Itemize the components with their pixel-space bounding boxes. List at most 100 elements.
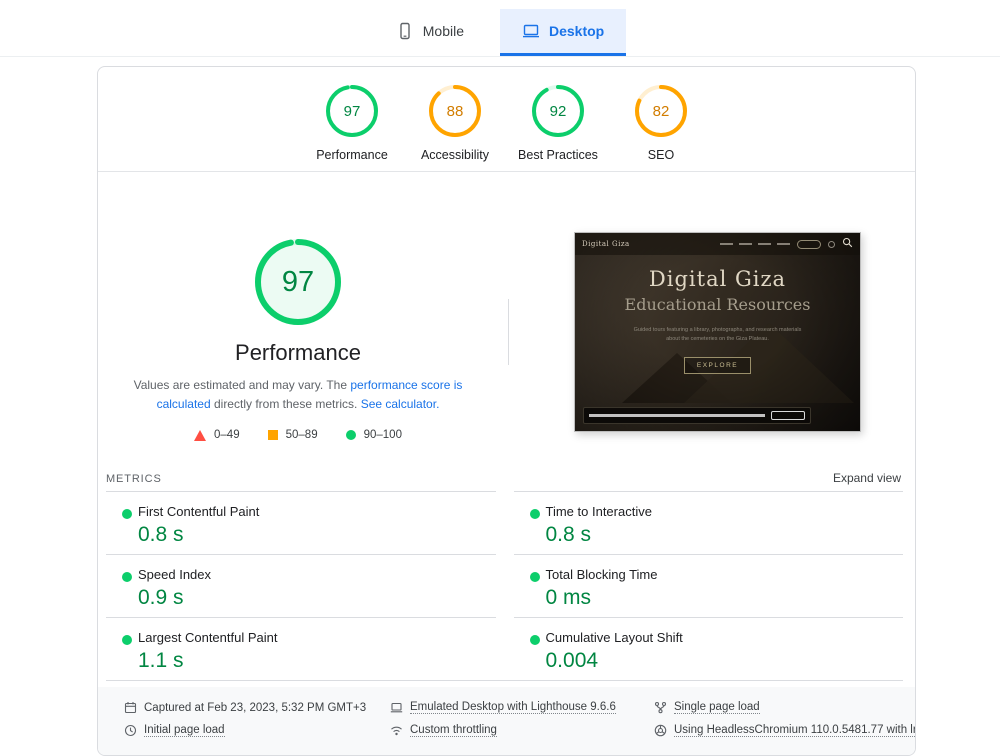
- footer-emulated-device[interactable]: Emulated Desktop with Lighthouse 9.6.6: [390, 701, 654, 714]
- metric-time-to-interactive: Time to Interactive 0.8 s: [513, 491, 903, 554]
- network-icon: [390, 724, 403, 737]
- description-text-1: Values are estimated and may vary. The: [133, 378, 351, 392]
- score-seo[interactable]: 82 SEO: [611, 83, 711, 162]
- metric-label: Speed Index: [138, 567, 212, 582]
- score-description: Values are estimated and may vary. The p…: [132, 376, 464, 413]
- report-card: 97 Performance 88 Accessibility 92 Best …: [97, 66, 916, 756]
- see-calculator-link[interactable]: See calculator.: [361, 397, 440, 411]
- preview-subtitle: Educational Resources: [624, 295, 811, 314]
- best-practices-gauge: 92: [530, 83, 586, 139]
- average-square-icon: [267, 430, 278, 441]
- preview-navbar: Digital Giza: [575, 233, 860, 255]
- laptop-icon: [390, 701, 403, 714]
- legend-good-range: 90–100: [363, 429, 402, 442]
- legend-fail-range: 0–49: [214, 429, 240, 442]
- metric-value: 0.9 s: [138, 586, 184, 609]
- preview-signup-button: [797, 239, 821, 249]
- metrics-header: METRICS Expand view: [106, 471, 901, 485]
- tab-desktop[interactable]: Desktop: [500, 9, 627, 56]
- pass-dot-icon: [122, 635, 132, 645]
- score-performance[interactable]: 97 Performance: [302, 83, 402, 162]
- metrics-grid: First Contentful Paint 0.8 s Time to Int…: [106, 491, 903, 681]
- category-scores: 97 Performance 88 Accessibility 92 Best …: [98, 83, 915, 162]
- score-legend: 0–49 50–89 90–100: [98, 429, 498, 441]
- footer-chromium-version[interactable]: Using HeadlessChromium 110.0.5481.77 wit…: [654, 724, 916, 737]
- legend-average-range: 50–89: [285, 429, 318, 442]
- metric-speed-index: Speed Index 0.9 s: [106, 554, 496, 617]
- preview-explore-button: EXPLORE: [683, 356, 752, 374]
- score-best-practices[interactable]: 92 Best Practices: [508, 83, 608, 162]
- clock-icon: [124, 724, 137, 737]
- fork-icon: [654, 701, 667, 714]
- tab-desktop-label: Desktop: [549, 23, 605, 39]
- legend-average: 50–89: [267, 429, 318, 442]
- footer-text: Captured at Feb 23, 2023, 5:32 PM GMT+3: [144, 701, 367, 714]
- metric-largest-contentful-paint: Largest Contentful Paint 1.1 s: [106, 617, 496, 680]
- metric-value: 1.1 s: [138, 649, 184, 672]
- panel-title: Performance: [235, 340, 361, 365]
- accessibility-gauge: 88: [427, 83, 483, 139]
- performance-panel: 97 Performance Values are estimated and …: [98, 171, 498, 441]
- cookie-text-placeholder: [589, 414, 765, 417]
- pass-dot-icon: [529, 635, 540, 645]
- preview-brand: Digital Giza: [582, 240, 630, 248]
- footer-text: Single page load: [674, 701, 760, 714]
- preview-caption: Guided tours featuring a library, photog…: [633, 327, 802, 343]
- good-circle-icon: [345, 430, 356, 441]
- pass-dot-icon: [122, 509, 132, 519]
- expand-view-button[interactable]: Expand view: [833, 471, 901, 485]
- performance-main-gauge: 97: [254, 238, 342, 326]
- pass-dot-icon: [529, 509, 540, 519]
- desktop-laptop-icon: [522, 22, 540, 40]
- metric-label: First Contentful Paint: [138, 504, 260, 519]
- footer-text: Emulated Desktop with Lighthouse 9.6.6: [410, 701, 616, 714]
- device-tabbar: Mobile Desktop: [0, 0, 1000, 57]
- performance-score-value: 97: [343, 102, 361, 120]
- pass-dot-icon: [122, 572, 132, 582]
- metric-value: 0.004: [545, 649, 599, 672]
- tab-mobile[interactable]: Mobile: [374, 9, 486, 56]
- best-practices-score-value: 92: [549, 102, 567, 120]
- footer-custom-throttling[interactable]: Custom throttling: [390, 724, 654, 737]
- main-gauge-value: 97: [281, 265, 315, 298]
- footer-text: Using HeadlessChromium 110.0.5481.77 wit…: [674, 724, 916, 737]
- metric-label: Cumulative Layout Shift: [545, 630, 683, 645]
- accessibility-score-value: 88: [446, 102, 464, 120]
- footer-text: Custom throttling: [410, 724, 497, 737]
- description-text-2: directly from these metrics.: [210, 396, 361, 411]
- accessibility-score-label: Accessibility: [420, 148, 490, 162]
- mobile-phone-icon: [396, 22, 414, 40]
- performance-gauge: 97: [324, 83, 380, 139]
- score-accessibility[interactable]: 88 Accessibility: [405, 83, 505, 162]
- metrics-heading: METRICS: [106, 473, 162, 485]
- metric-total-blocking-time: Total Blocking Time 0 ms: [513, 554, 903, 617]
- final-screenshot-preview[interactable]: Digital Giza Digital Giza Educational Re…: [574, 232, 861, 432]
- preview-nav-links: [720, 243, 790, 245]
- preview-cookie-banner: [583, 407, 811, 424]
- metric-value: 0 ms: [545, 586, 592, 609]
- fail-triangle-icon: [194, 429, 207, 441]
- globe-icon: [828, 240, 835, 248]
- footer-single-page-load[interactable]: Single page load: [654, 701, 915, 714]
- pass-dot-icon: [529, 572, 540, 582]
- footer-text: Initial page load: [144, 724, 225, 737]
- tab-mobile-label: Mobile: [422, 23, 464, 39]
- metric-value: 0.8 s: [545, 523, 592, 546]
- seo-gauge: 82: [633, 83, 689, 139]
- legend-good: 90–100: [345, 429, 402, 442]
- preview-title: Digital Giza: [648, 267, 787, 291]
- footer-captured-at: Captured at Feb 23, 2023, 5:32 PM GMT+3: [124, 701, 390, 714]
- chrome-icon: [654, 724, 667, 737]
- footer-initial-page-load[interactable]: Initial page load: [124, 724, 390, 737]
- metric-first-contentful-paint: First Contentful Paint 0.8 s: [106, 491, 496, 554]
- cookie-accept-button: [771, 411, 805, 420]
- report-footer: Captured at Feb 23, 2023, 5:32 PM GMT+3 …: [98, 687, 916, 755]
- seo-score-value: 82: [652, 102, 670, 120]
- metric-label: Total Blocking Time: [545, 567, 658, 582]
- best-practices-score-label: Best Practices: [518, 148, 598, 162]
- search-icon: [842, 235, 853, 253]
- preview-hero: Digital Giza Educational Resources Guide…: [575, 267, 860, 374]
- metric-label: Largest Contentful Paint: [138, 630, 278, 645]
- seo-score-label: SEO: [647, 148, 675, 162]
- metric-cumulative-layout-shift: Cumulative Layout Shift 0.004: [513, 617, 903, 680]
